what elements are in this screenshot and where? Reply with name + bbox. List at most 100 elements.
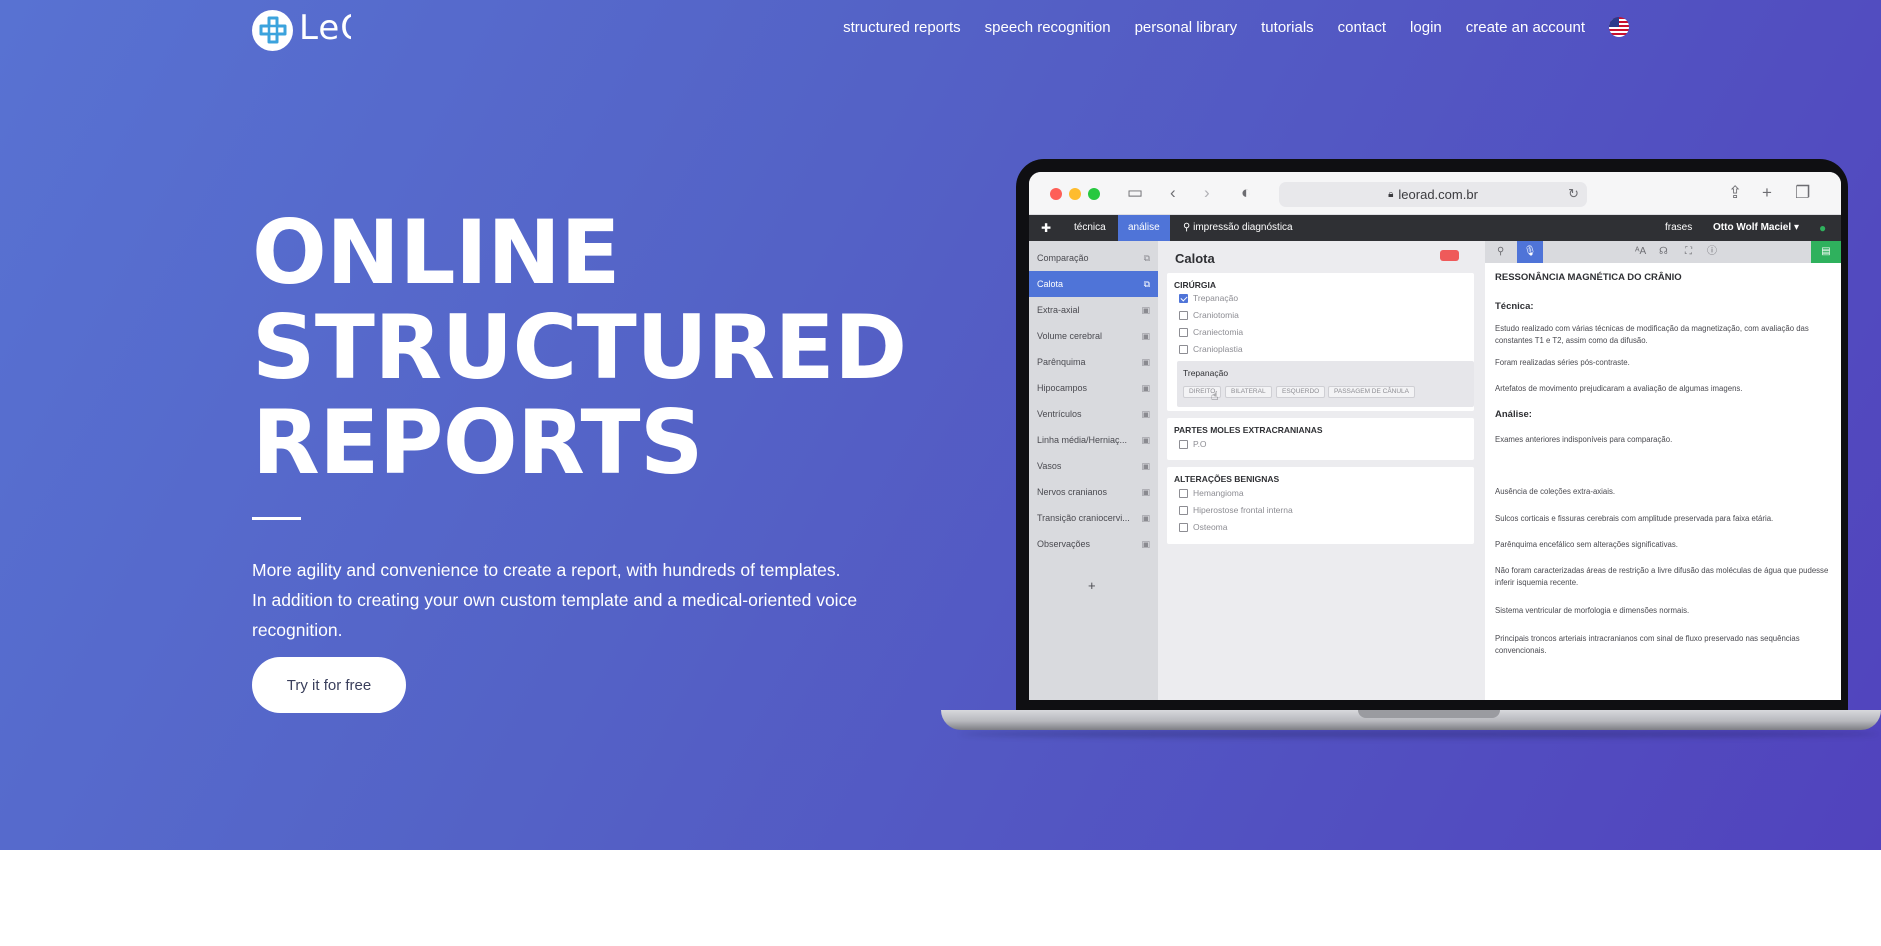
edit-icon: ⧉ <box>1143 253 1150 263</box>
chevron-down-icon: ▾ <box>1793 222 1799 233</box>
svg-text:LeO: LeO <box>299 9 351 45</box>
section-card: ALTERAÇÕES BENIGNAS Hemangioma Hiperosto… <box>1167 467 1474 544</box>
report-line: Sistema ventricular de morfologia e dime… <box>1495 606 1690 615</box>
sidebar-item-extra-axial: Extra-axial ▣ <box>1029 297 1158 323</box>
headline-line: STRUCTURED <box>252 296 907 399</box>
tab-analise: análise <box>1118 215 1170 241</box>
option-pill: PASSAGEM DE CÂNULA <box>1328 386 1416 398</box>
headline-divider <box>252 517 301 520</box>
option-label: Osteoma <box>1193 522 1228 532</box>
nav-structured-reports[interactable]: structured reports <box>843 19 961 36</box>
save-icon: ▤ <box>1811 241 1841 263</box>
nav-create-account[interactable]: create an account <box>1466 19 1585 36</box>
sidebar-item-ventriculos: Ventrículos ▣ <box>1029 401 1158 427</box>
analise-heading: Análise: <box>1495 409 1532 420</box>
nav-tutorials[interactable]: tutorials <box>1261 19 1314 36</box>
nav-personal-library[interactable]: personal library <box>1135 19 1238 36</box>
url-text: leorad.com.br <box>1398 187 1478 202</box>
headline-line: REPORTS <box>252 391 703 494</box>
option-pill: BILATERAL <box>1225 386 1272 398</box>
nav-speech-recognition[interactable]: speech recognition <box>985 19 1111 36</box>
lock-icon: ▣ <box>1141 513 1150 523</box>
share-icon: ⇪ <box>1728 183 1743 202</box>
lock-icon: ▣ <box>1141 409 1150 419</box>
app-logo-icon: ✚ <box>1041 221 1052 235</box>
subtitle-line: More agility and convenience to create a… <box>252 560 841 580</box>
trepanacao-subpanel: Trepanação DIREITO BILATERAL ESQUERDO PA… <box>1177 361 1474 407</box>
headline-line: ONLINE <box>252 201 621 304</box>
section-heading: ALTERAÇÕES BENIGNAS <box>1174 474 1280 484</box>
app-header: ✚ técnica análise ⚲ impressão diagnóstic… <box>1029 215 1841 241</box>
hero-subtitle: More agility and convenience to create a… <box>252 555 932 645</box>
diagnostic-tab: ⚲ impressão diagnóstica <box>1183 215 1293 241</box>
report-line: Principais troncos arteriais intracrania… <box>1495 634 1800 655</box>
option-cranioplastia: Cranioplastia <box>1179 344 1243 354</box>
option-label: Trepanação <box>1193 293 1239 303</box>
phrases-link: frases <box>1665 222 1693 233</box>
zoom-window-icon <box>1088 188 1100 200</box>
forward-icon: › <box>1204 183 1210 202</box>
browser-toolbar: ▭ ‹ › ◐ 🔒︎ leorad.com.br ↻ ⇪ + ❐ <box>1029 172 1841 215</box>
laptop-notch <box>1358 710 1500 718</box>
option-po: P.O <box>1179 439 1207 449</box>
sidebar-item-transicao: Transição craniocervi... ▣ <box>1029 505 1158 531</box>
lock-icon: ▣ <box>1141 487 1150 497</box>
tab-tecnica: técnica <box>1074 222 1106 233</box>
option-craniectomia: Craniectomia <box>1179 327 1243 337</box>
checkbox <box>1179 522 1188 532</box>
report-line: Ausência de coleções extra-axiais. <box>1495 487 1616 496</box>
option-hemangioma: Hemangioma <box>1179 488 1244 498</box>
shield-icon: ◐ <box>1241 183 1252 202</box>
section-card: CIRÚRGIA Trepanação Craniotomia Craniect… <box>1167 273 1474 411</box>
report-line: Estudo realizado com várias técnicas de … <box>1495 324 1809 345</box>
hero-headline: ONLINE STRUCTURED REPORTS <box>252 201 907 494</box>
sidebar-item-label: Nervos cranianos <box>1037 487 1108 497</box>
back-icon: ‹ <box>1170 183 1176 202</box>
tecnica-heading: Técnica: <box>1495 301 1534 312</box>
whatsapp-icon: ● <box>1819 221 1827 235</box>
sidebar-item-label: Hipocampos <box>1037 383 1088 393</box>
sidebar-item-label: Transição craniocervi... <box>1037 513 1130 523</box>
hero-section: LeO structured reports speech recognitio… <box>0 0 1881 850</box>
fullscreen-icon: ⛶ <box>1685 246 1692 257</box>
address-bar: 🔒︎ leorad.com.br ↻ <box>1279 182 1587 207</box>
section-card: PARTES MOLES EXTRACRANIANAS P.O <box>1167 418 1474 460</box>
checkbox <box>1179 488 1188 498</box>
checkbox <box>1179 310 1188 320</box>
lock-icon: ▣ <box>1141 357 1150 367</box>
try-free-button[interactable]: Try it for free <box>252 657 406 713</box>
voice-user-icon: ☊ <box>1659 246 1668 257</box>
sidebar-item-label: Extra-axial <box>1037 305 1080 315</box>
sidebar-item-label: Vasos <box>1037 461 1062 471</box>
option-osteoma: Osteoma <box>1179 522 1228 532</box>
nav-login[interactable]: login <box>1410 19 1442 36</box>
section-heading: CIRÚRGIA <box>1174 280 1217 290</box>
option-trepanacao: Trepanação <box>1179 293 1238 303</box>
nav-contact[interactable]: contact <box>1338 19 1386 36</box>
report-line: Exames anteriores indisponíveis para com… <box>1495 435 1673 444</box>
close-window-icon <box>1050 188 1062 200</box>
option-pill: ESQUERDO <box>1276 386 1326 398</box>
sidebar-item-label: Volume cerebral <box>1037 331 1103 341</box>
pin-icon: ⚲ <box>1497 246 1505 257</box>
sidebar-item-label: Calota <box>1037 279 1064 289</box>
laptop-shadow <box>960 730 1880 738</box>
sidebar-item-comparacao: Comparação ⧉ <box>1029 245 1158 271</box>
subpanel-title: Trepanação <box>1183 368 1229 378</box>
us-flag-icon[interactable] <box>1609 17 1629 37</box>
brand-logo[interactable]: LeO <box>252 8 367 51</box>
checkbox <box>1179 505 1188 515</box>
edit-icon: ⧉ <box>1143 279 1150 289</box>
sidebar-item-nervos-cranianos: Nervos cranianos ▣ <box>1029 479 1158 505</box>
lock-icon: 🔒︎ <box>1388 189 1394 200</box>
user-name: Otto Wolf Maciel <box>1713 222 1792 233</box>
option-label: P.O <box>1193 439 1207 449</box>
checkbox-checked <box>1179 293 1188 303</box>
option-label: Cranioplastia <box>1193 344 1243 354</box>
new-tab-icon: + <box>1762 183 1772 202</box>
lock-icon: ▣ <box>1141 331 1150 341</box>
report-line: Foram realizadas séries pós-contraste. <box>1495 358 1630 367</box>
lock-icon: ▣ <box>1141 461 1150 471</box>
option-label: Craniotomia <box>1193 310 1239 320</box>
option-label: Craniectomia <box>1193 327 1244 337</box>
